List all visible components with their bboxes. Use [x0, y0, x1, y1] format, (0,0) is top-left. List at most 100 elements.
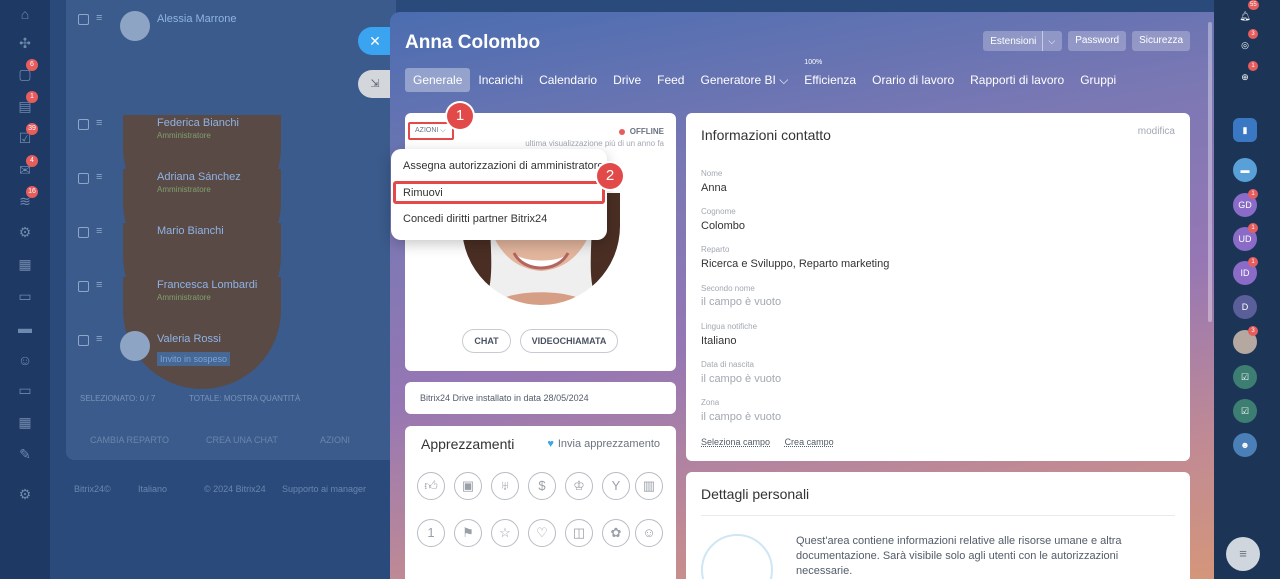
list-actions-button[interactable]: AZIONI: [320, 430, 350, 450]
edit-icon[interactable]: ✎: [15, 444, 35, 464]
footer-language[interactable]: Italiano: [138, 484, 167, 494]
row-checkbox[interactable]: [78, 281, 89, 292]
tab-orario[interactable]: Orario di lavoro: [864, 68, 962, 92]
tab-rapporti[interactable]: Rapporti di lavoro: [962, 68, 1072, 92]
close-slider-button[interactable]: ✕: [358, 27, 392, 55]
pulse-icon[interactable]: ✣: [15, 33, 35, 53]
cake-icon[interactable]: ▥: [635, 472, 663, 500]
password-button[interactable]: Password: [1068, 31, 1127, 51]
table-row[interactable]: ≡ Valeria Rossi Invito in sospeso: [66, 324, 396, 378]
tab-efficienza[interactable]: 100% Efficienza: [796, 59, 864, 92]
edit-contact-link[interactable]: modifica: [1138, 126, 1175, 137]
select-field-link[interactable]: Seleziona campo: [701, 437, 770, 447]
settings-bottom-icon[interactable]: ⚙: [15, 484, 35, 504]
trophy-icon[interactable]: ♅: [491, 472, 519, 500]
create-chat-button[interactable]: CREA UNA CHAT: [206, 430, 278, 450]
cocktail-icon[interactable]: Y: [602, 472, 630, 500]
scrollbar[interactable]: [1208, 22, 1212, 322]
feed-icon[interactable]: ▤ 1: [15, 91, 38, 116]
bell-icon[interactable]: 🔔︎ 55: [1233, 0, 1259, 28]
avatar-d[interactable]: D: [1233, 295, 1257, 319]
group-icon[interactable]: ☺: [15, 350, 35, 370]
menu-item-remove[interactable]: Rimuovi: [403, 187, 443, 199]
employee-name[interactable]: Adriana Sánchez: [157, 171, 241, 183]
avatar-gd[interactable]: GD 1: [1233, 189, 1258, 217]
tab-generatore-bi[interactable]: Generatore BI ⌵: [692, 68, 796, 92]
row-menu-icon[interactable]: ≡: [96, 117, 102, 129]
search-chat-icon[interactable]: ⊕ 1: [1233, 61, 1258, 89]
employee-name[interactable]: Mario Bianchi: [157, 225, 224, 237]
number-one-icon[interactable]: 1: [417, 519, 445, 547]
create-field-link[interactable]: Crea campo: [785, 437, 834, 447]
avatar-id[interactable]: ID 1: [1233, 257, 1258, 285]
heart-outline-icon[interactable]: ♡: [528, 519, 556, 547]
row-menu-icon[interactable]: ≡: [96, 12, 102, 24]
star-icon[interactable]: ☆: [491, 519, 519, 547]
employee-name[interactable]: Federica Bianchi: [157, 117, 239, 129]
chat-icon[interactable]: ▢ 6: [15, 59, 38, 84]
employee-name[interactable]: Alessia Marrone: [157, 13, 236, 25]
beer-icon[interactable]: ◫: [565, 519, 593, 547]
tab-incarichi[interactable]: Incarichi: [470, 68, 531, 92]
table-row[interactable]: ≡ Federica Bianchi Amministratore: [66, 108, 396, 227]
avatar-ud[interactable]: UD 1: [1233, 223, 1258, 251]
chat-bubble-icon[interactable]: ▬: [1233, 158, 1257, 182]
row-checkbox[interactable]: [78, 335, 89, 346]
calendar-alt-icon[interactable]: ▦: [15, 412, 35, 432]
row-menu-icon[interactable]: ≡: [96, 333, 102, 345]
table-row[interactable]: ≡ Adriana Sánchez Amministratore: [66, 162, 396, 281]
tab-drive[interactable]: Drive: [605, 68, 649, 92]
row-checkbox[interactable]: [78, 119, 89, 130]
menu-item-assign-admin[interactable]: Assegna autorizzazioni di amministratore: [403, 160, 604, 172]
flag-icon[interactable]: ⚑: [454, 519, 482, 547]
tab-feed[interactable]: Feed: [649, 68, 692, 92]
row-menu-icon[interactable]: ≡: [96, 279, 102, 291]
tab-generale[interactable]: Generale: [405, 68, 471, 92]
video-call-button[interactable]: VIDEOCHIAMATA: [520, 329, 618, 353]
row-checkbox[interactable]: [78, 227, 89, 238]
row-checkbox[interactable]: [78, 173, 89, 184]
total-count[interactable]: TOTALE: MOSTRA QUANTITÀ: [189, 394, 300, 403]
table-row[interactable]: ≡ Francesca Lombardi Amministratore: [66, 270, 396, 389]
employee-name[interactable]: Valeria Rossi: [157, 333, 221, 345]
money-icon[interactable]: $: [528, 472, 556, 500]
flower-icon[interactable]: ✿: [602, 519, 630, 547]
row-checkbox[interactable]: [78, 14, 89, 25]
storage-icon[interactable]: ▬: [15, 318, 35, 338]
mail-icon[interactable]: ✉ 4: [15, 155, 38, 180]
tasks-icon[interactable]: ☑ 39: [15, 123, 38, 148]
security-button[interactable]: Sicurezza: [1132, 31, 1190, 51]
tab-gruppi[interactable]: Gruppi: [1072, 68, 1124, 92]
monitor-icon[interactable]: ▭: [15, 380, 35, 400]
home-icon[interactable]: ⌂: [15, 4, 35, 24]
spiral-icon[interactable]: ◎ 3: [1233, 29, 1258, 57]
task-check-alt-icon[interactable]: ☑: [1233, 399, 1257, 423]
thumbs-up-icon[interactable]: 👍︎: [417, 472, 445, 500]
chat-button[interactable]: CHAT: [462, 329, 511, 353]
extensions-button[interactable]: Estensioni ⌵: [983, 31, 1063, 51]
footer-support[interactable]: Supporto ai manager: [282, 484, 366, 494]
gift-icon[interactable]: ▣: [454, 472, 482, 500]
crown-icon[interactable]: ♔: [565, 472, 593, 500]
table-row[interactable]: ≡ Mario Bianchi: [66, 216, 396, 335]
group-icon[interactable]: ☻: [1233, 433, 1257, 457]
calendar-icon[interactable]: ▦: [15, 254, 35, 274]
smile-icon[interactable]: ☺: [635, 519, 663, 547]
document-icon[interactable]: ▭: [15, 286, 35, 306]
filter-icon[interactable]: ≋ 16: [15, 186, 38, 211]
settings-icon[interactable]: ⚙: [15, 222, 35, 242]
table-row[interactable]: ≡ Alessia Marrone: [66, 0, 396, 54]
task-check-icon[interactable]: ☑: [1233, 365, 1257, 389]
tab-calendario[interactable]: Calendario: [531, 68, 605, 92]
employee-name[interactable]: Francesca Lombardi: [157, 279, 257, 291]
avatar-photo[interactable]: 3: [1233, 326, 1258, 354]
open-menu-icon[interactable]: ≡: [1226, 537, 1260, 571]
chevron-down-icon[interactable]: ⌵: [1042, 31, 1055, 51]
row-menu-icon[interactable]: ≡: [96, 225, 102, 237]
menu-item-partner-rights[interactable]: Concedi diritti partner Bitrix24: [403, 213, 547, 225]
bookmark-icon[interactable]: ▮: [1233, 118, 1257, 142]
minimize-slider-button[interactable]: ⇲: [358, 70, 392, 98]
actions-button[interactable]: AZIONI ⌵: [408, 122, 454, 140]
send-appreciation-link[interactable]: ♥ Invia apprezzamento: [547, 438, 660, 450]
change-department-button[interactable]: CAMBIA REPARTO: [90, 430, 169, 450]
